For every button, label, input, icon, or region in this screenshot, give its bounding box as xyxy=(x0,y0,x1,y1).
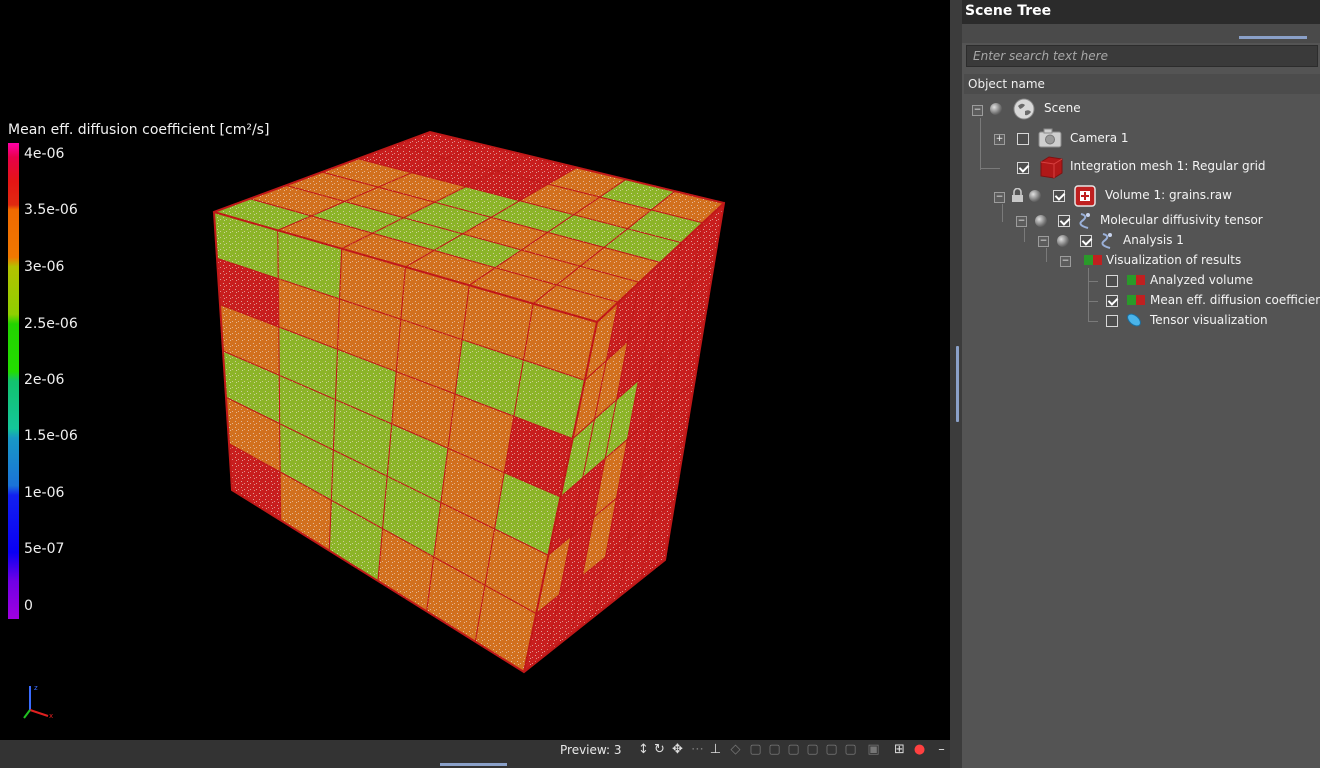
tree-item-camera[interactable]: + Camera 1 xyxy=(962,128,1320,150)
tree-item-label: Tensor visualization xyxy=(1150,313,1268,327)
splitter-handle[interactable] xyxy=(956,346,959,422)
visibility-sphere-icon[interactable] xyxy=(990,103,1002,115)
preview-level-label[interactable]: Preview: 3 xyxy=(560,743,622,757)
svg-text:x: x xyxy=(49,712,53,720)
visibility-checkbox[interactable] xyxy=(1017,162,1029,174)
svg-text:z: z xyxy=(34,684,38,692)
tree-item-label: Molecular diffusivity tensor xyxy=(1100,213,1263,227)
result-map-icon xyxy=(1127,275,1145,285)
panel-resize-handle[interactable] xyxy=(1239,36,1307,39)
view-top-icon[interactable]: ▢ xyxy=(824,742,839,757)
visibility-sphere-icon[interactable] xyxy=(1029,190,1041,202)
tree-item-mean-diffusion[interactable]: Mean eff. diffusion coefficient xyxy=(962,290,1320,312)
visibility-sphere-icon[interactable] xyxy=(1057,235,1069,247)
camera-icon xyxy=(1038,128,1062,148)
visibility-checkbox[interactable] xyxy=(1017,133,1029,145)
view-left-icon[interactable]: ▢ xyxy=(786,742,801,757)
tree-item-label: Analyzed volume xyxy=(1150,273,1254,287)
visibility-checkbox[interactable] xyxy=(1106,315,1118,327)
scene-globe-icon xyxy=(1013,98,1035,120)
move-icon[interactable]: ✥ xyxy=(670,742,685,757)
diffusion-icon xyxy=(1101,233,1112,249)
tree-item-analysis[interactable]: − Analysis 1 xyxy=(962,230,1320,252)
measure-icon[interactable]: ⋯ xyxy=(690,742,705,757)
result-map-icon xyxy=(1127,295,1145,305)
tree-item-label: Camera 1 xyxy=(1070,131,1129,145)
expand-icon[interactable]: + xyxy=(994,134,1005,145)
collapse-icon[interactable]: − xyxy=(1038,236,1049,247)
tree-item-label: Volume 1: grains.raw xyxy=(1105,188,1232,202)
axis-gizmo-icon: z x xyxy=(23,684,53,720)
collapse-icon[interactable]: − xyxy=(1060,256,1071,267)
visibility-sphere-icon[interactable] xyxy=(1035,215,1047,227)
tree-item-label: Visualization of results xyxy=(1106,253,1242,267)
pan-vertical-icon[interactable]: ↕ xyxy=(636,742,651,757)
collapse-icon[interactable]: − xyxy=(1016,216,1027,227)
collapse-icon[interactable]: − xyxy=(994,192,1005,203)
tree-item-scene[interactable]: − Scene xyxy=(962,98,1320,120)
tree-item-diffusivity-tensor[interactable]: − Molecular diffusivity tensor xyxy=(962,210,1320,232)
panel-header: Scene Tree xyxy=(962,0,1320,24)
visibility-checkbox[interactable] xyxy=(1053,190,1065,202)
rotate-icon[interactable]: ↻ xyxy=(652,742,667,757)
diffusion-icon xyxy=(1079,213,1090,229)
view-right-icon[interactable]: ▢ xyxy=(805,742,820,757)
scene-tree-panel: Scene Tree Object name − Scene + Camera … xyxy=(962,0,1320,768)
tree-item-label: Integration mesh 1: Regular grid xyxy=(1070,159,1266,173)
tree-item-visualization-results[interactable]: − Visualization of results xyxy=(962,250,1320,272)
visibility-checkbox[interactable] xyxy=(1058,215,1070,227)
minimize-icon[interactable]: – xyxy=(934,742,949,757)
panel-title: Scene Tree xyxy=(965,3,1052,19)
search-input[interactable] xyxy=(966,45,1318,67)
grid-settings-icon[interactable]: ⊞ xyxy=(892,742,907,757)
tree-item-label: Mean eff. diffusion coefficient xyxy=(1150,293,1320,307)
ellipsoid-icon xyxy=(1127,313,1141,327)
visibility-checkbox[interactable] xyxy=(1080,235,1092,247)
camera-menu-icon[interactable]: ▣ xyxy=(866,742,881,757)
3d-viewport[interactable]: Mean eff. diffusion coefficient [cm²/s] … xyxy=(0,0,950,740)
record-icon[interactable]: ● xyxy=(912,742,927,757)
tree-item-tensor-visualization[interactable]: Tensor visualization xyxy=(962,310,1320,332)
lock-icon[interactable] xyxy=(1011,188,1024,203)
bottom-splitter-handle[interactable] xyxy=(440,763,507,766)
column-header-label: Object name xyxy=(968,77,1045,91)
tree-item-volume[interactable]: − Volume 1: grains.raw xyxy=(962,185,1320,207)
tree-item-label: Scene xyxy=(1044,101,1081,115)
volume-cube-render xyxy=(212,130,726,674)
column-header[interactable]: Object name xyxy=(964,74,1320,94)
visibility-checkbox[interactable] xyxy=(1106,275,1118,287)
tree-item-analyzed-volume[interactable]: Analyzed volume xyxy=(962,270,1320,292)
mesh-cube-icon xyxy=(1040,156,1063,179)
tree-item-integration-mesh[interactable]: Integration mesh 1: Regular grid xyxy=(962,156,1320,179)
volume-icon xyxy=(1074,185,1096,207)
collapse-icon[interactable]: − xyxy=(972,105,983,116)
panel-toolbar-strip xyxy=(962,24,1320,43)
view-iso-icon[interactable]: ◇ xyxy=(728,742,743,757)
view-front-icon[interactable]: ▢ xyxy=(748,742,763,757)
view-bottom-icon[interactable]: ▢ xyxy=(843,742,858,757)
axes-icon[interactable]: ⊥ xyxy=(708,742,723,757)
result-map-icon xyxy=(1084,255,1102,265)
visibility-checkbox[interactable] xyxy=(1106,295,1118,307)
view-back-icon[interactable]: ▢ xyxy=(767,742,782,757)
tree-item-label: Analysis 1 xyxy=(1123,233,1184,247)
